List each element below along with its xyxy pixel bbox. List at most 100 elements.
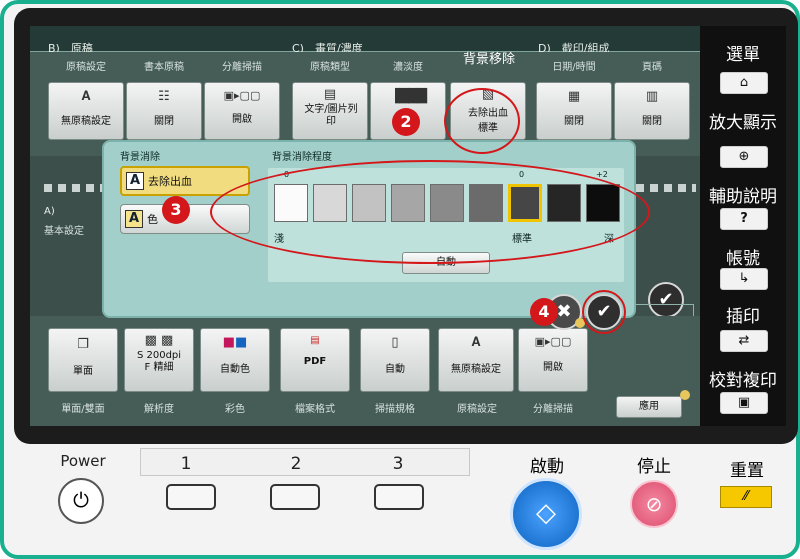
calendar-icon: ▦ bbox=[567, 89, 581, 104]
duplex-button[interactable]: ❐ 單面 bbox=[48, 328, 118, 392]
letter-a-icon: A bbox=[126, 172, 144, 190]
proof-copy-icon: ▣ bbox=[737, 395, 751, 410]
label-date-time: 日期/時間 bbox=[552, 62, 596, 73]
indicator-dot bbox=[680, 390, 690, 400]
label-book-original: 書本原稿 bbox=[144, 62, 184, 73]
stop-button[interactable]: ⊘ bbox=[630, 480, 678, 528]
document-a-icon: 𝐀 bbox=[81, 89, 91, 104]
key-2-button[interactable] bbox=[270, 484, 320, 510]
text-photo-icon: ▤ bbox=[323, 87, 337, 102]
label-color: 彩色 bbox=[225, 404, 245, 415]
bottom-separate-scan-button[interactable]: ▣▸▢▢ 開啟 bbox=[518, 328, 588, 392]
annotation-number-2: 2 bbox=[392, 108, 420, 136]
menu-label: 選單 bbox=[726, 45, 760, 65]
zoom-button[interactable]: ⊕ bbox=[720, 146, 768, 168]
key-1-label: 1 bbox=[180, 454, 192, 474]
page-number-button[interactable]: ▥ 關閉 bbox=[614, 82, 690, 140]
file-format-button[interactable]: ▤ PDF bbox=[280, 328, 350, 392]
scan-size-button[interactable]: ▯ 自動 bbox=[360, 328, 430, 392]
bottom-originals-settings-button[interactable]: 𝐀 無原稿設定 bbox=[438, 328, 514, 392]
interrupt-button[interactable]: ⇄ bbox=[720, 330, 768, 352]
power-icon: ⏻ bbox=[73, 488, 89, 512]
help-label: 輔助說明 bbox=[709, 187, 777, 207]
key-3-button[interactable] bbox=[374, 484, 424, 510]
power-label: Power bbox=[60, 452, 106, 470]
key-3-label: 3 bbox=[392, 454, 404, 474]
color-button[interactable]: ■■ 自動色 bbox=[200, 328, 270, 392]
label-separate-scan: 分離掃描 bbox=[222, 62, 262, 73]
label-resolution: 解析度 bbox=[144, 404, 174, 415]
date-time-value: 關閉 bbox=[564, 116, 584, 127]
letter-a-color-icon: A bbox=[125, 210, 143, 228]
separate-scan-icon: ▣▸▢▢ bbox=[223, 89, 261, 102]
page-number-value: 關閉 bbox=[642, 116, 662, 127]
original-type-value: 文字/圖片列印 bbox=[304, 104, 358, 127]
home-icon: ⌂ bbox=[739, 75, 749, 90]
zoom-label: 放大顯示 bbox=[709, 113, 777, 133]
tab-header-row: B) 原稿 C) 畫質/濃度 D) 截印/組成 bbox=[30, 26, 700, 55]
start-label: 啟動 bbox=[530, 457, 564, 477]
paper-icon: ▯ bbox=[391, 335, 399, 350]
option-color-label: 色 bbox=[147, 213, 158, 226]
proof-copy-button[interactable]: ▣ bbox=[720, 392, 768, 414]
dialog-left-title: 背景消除 bbox=[120, 152, 160, 163]
label-originals-settings-bottom: 原稿設定 bbox=[457, 404, 497, 415]
account-button[interactable]: ↳ bbox=[720, 268, 768, 290]
menu-button[interactable]: ⌂ bbox=[720, 72, 768, 94]
originals-settings-value: 無原稿設定 bbox=[61, 116, 111, 127]
interrupt-label: 插印 bbox=[726, 307, 760, 327]
original-type-button[interactable]: ▤ 文字/圖片列印 bbox=[292, 82, 368, 140]
section-a-label: A) bbox=[44, 206, 55, 217]
label-page-number: 頁碼 bbox=[642, 62, 662, 73]
start-button[interactable]: ◇ bbox=[510, 478, 582, 550]
annotation-oval-level-selector bbox=[210, 160, 650, 264]
label-duplex: 單面/雙面 bbox=[61, 404, 105, 415]
reset-button[interactable]: ⁄⁄ bbox=[720, 486, 772, 508]
bottom-separate-scan-value: 開啟 bbox=[543, 362, 563, 373]
page-number-icon: ▥ bbox=[645, 89, 659, 104]
bottom-originals-settings-value: 無原稿設定 bbox=[451, 364, 501, 375]
resolution-button[interactable]: ▩ ▩ S 200dpi F 精細 bbox=[124, 328, 194, 392]
stop-icon: ⊘ bbox=[645, 492, 663, 516]
key-2-label: 2 bbox=[290, 454, 302, 474]
magnifier-plus-icon: ⊕ bbox=[738, 149, 750, 164]
key-1-button[interactable] bbox=[166, 484, 216, 510]
label-scan-size: 掃描規格 bbox=[375, 404, 415, 415]
density-scale-icon: ▐███ bbox=[390, 89, 427, 104]
scan-size-value: 自動 bbox=[385, 364, 405, 375]
help-button[interactable]: ? bbox=[720, 208, 768, 230]
apply-button[interactable]: 應用 bbox=[616, 396, 682, 418]
account-icon: ↳ bbox=[738, 271, 750, 286]
color-icon: ■■ bbox=[222, 335, 248, 350]
label-background-removal: 背景移除 bbox=[462, 52, 515, 67]
originals-settings-button[interactable]: 𝐀 無原稿設定 bbox=[48, 82, 124, 140]
proof-copy-label: 校對複印 bbox=[709, 371, 777, 391]
duplex-icon: ❐ bbox=[77, 337, 89, 352]
stop-label: 停止 bbox=[637, 457, 671, 477]
label-file-format: 檔案格式 bbox=[295, 404, 335, 415]
apply-label: 應用 bbox=[639, 401, 659, 412]
right-pager-dots bbox=[636, 184, 696, 192]
file-format-value: PDF bbox=[303, 356, 327, 367]
separate-scan-icon: ▣▸▢▢ bbox=[534, 335, 572, 348]
reset-icon: ⁄⁄ bbox=[743, 489, 749, 504]
date-time-button[interactable]: ▦ 關閉 bbox=[536, 82, 612, 140]
separate-scan-value: 開啟 bbox=[232, 114, 252, 125]
interrupt-icon: ⇄ bbox=[738, 333, 750, 348]
book-icon: ☷ bbox=[158, 89, 170, 104]
option-bleed-removal-label: 去除出血 bbox=[148, 175, 192, 188]
separate-scan-button[interactable]: ▣▸▢▢ 開啟 bbox=[204, 82, 280, 140]
annotation-number-4: 4 bbox=[530, 298, 558, 326]
basic-settings-label: 基本設定 bbox=[44, 226, 84, 237]
label-density: 濃淡度 bbox=[393, 62, 423, 73]
annotation-number-3: 3 bbox=[162, 196, 190, 224]
dialog-level-title: 背景消除程度 bbox=[272, 152, 332, 163]
book-original-button[interactable]: ☷ 關閉 bbox=[126, 82, 202, 140]
resolution-icon: ▩ ▩ bbox=[144, 333, 174, 348]
power-button[interactable]: ⏻ bbox=[58, 478, 104, 524]
reset-label: 重置 bbox=[730, 461, 764, 481]
originals-icon: 𝐀 bbox=[471, 335, 481, 350]
duplex-value: 單面 bbox=[73, 366, 93, 377]
label-originals-settings: 原稿設定 bbox=[66, 62, 106, 73]
resolution-value: S 200dpi F 精細 bbox=[136, 350, 182, 373]
